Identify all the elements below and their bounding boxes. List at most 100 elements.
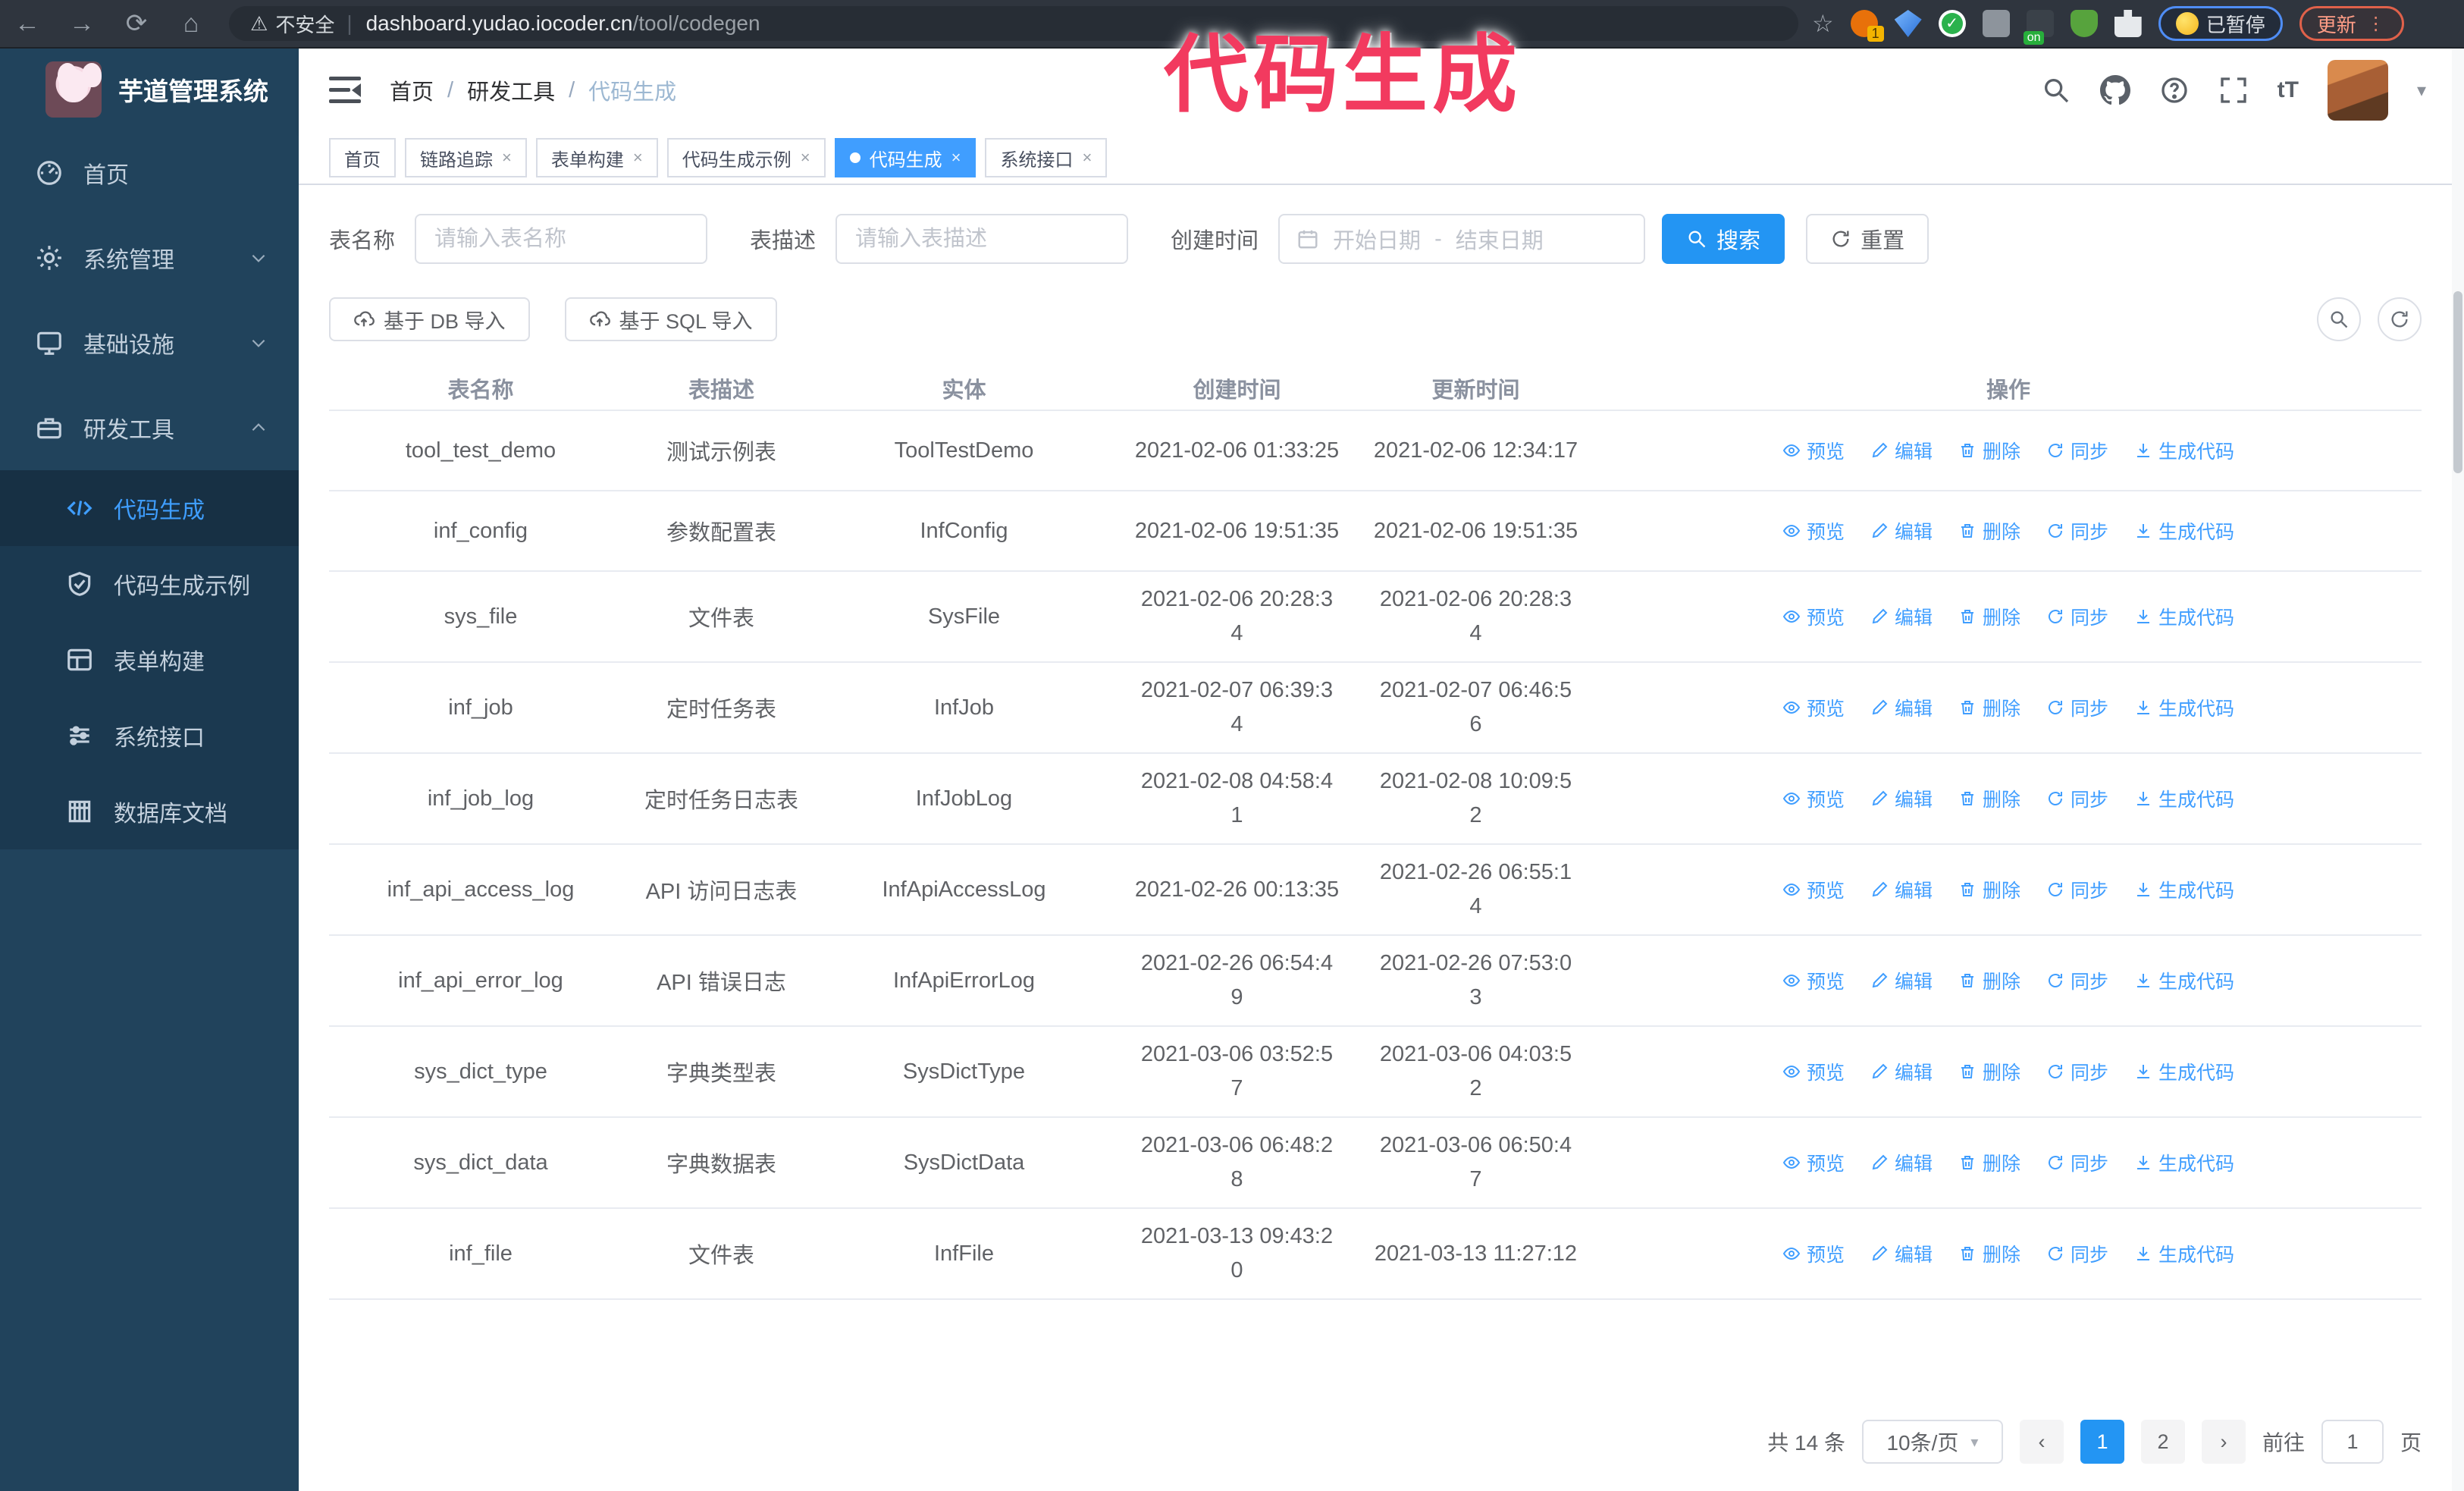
page-button-1[interactable]: 1	[2080, 1420, 2124, 1464]
edit-link[interactable]: 编辑	[1870, 603, 1933, 630]
sidebar-item-codegen[interactable]: 代码生成	[0, 470, 299, 546]
scrollbar-thumb[interactable]	[2453, 291, 2462, 473]
delete-link[interactable]: 删除	[1958, 437, 2020, 464]
delete-link[interactable]: 删除	[1958, 517, 2020, 545]
delete-link[interactable]: 删除	[1958, 785, 2020, 812]
delete-link[interactable]: 删除	[1958, 603, 2020, 630]
generate-code-link[interactable]: 生成代码	[2134, 603, 2234, 630]
edit-link[interactable]: 编辑	[1870, 437, 1933, 464]
delete-link[interactable]: 删除	[1958, 1149, 2020, 1176]
delete-link[interactable]: 删除	[1958, 967, 2020, 994]
avatar[interactable]	[2327, 60, 2388, 121]
preview-link[interactable]: 预览	[1782, 603, 1845, 630]
generate-code-link[interactable]: 生成代码	[2134, 1058, 2234, 1085]
url-bar[interactable]: ⚠ 不安全 | dashboard.yudao.iocoder.cn/tool/…	[229, 6, 1798, 41]
preview-link[interactable]: 预览	[1782, 1058, 1845, 1085]
extension-icon[interactable]	[2070, 10, 2098, 37]
home-icon[interactable]: ⌂	[164, 9, 218, 39]
sync-link[interactable]: 同步	[2046, 967, 2108, 994]
tab-tracing[interactable]: 链路追踪 ×	[405, 138, 527, 177]
close-icon[interactable]: ×	[633, 148, 643, 168]
extension-icon[interactable]	[1894, 10, 1922, 37]
user-menu-caret-icon[interactable]: ▾	[2417, 80, 2426, 102]
edit-link[interactable]: 编辑	[1870, 694, 1933, 721]
tab-form-builder[interactable]: 表单构建 ×	[535, 138, 658, 177]
reset-button[interactable]: 重置	[1806, 214, 1930, 264]
edit-link[interactable]: 编辑	[1870, 876, 1933, 903]
delete-link[interactable]: 删除	[1958, 876, 2020, 903]
preview-link[interactable]: 预览	[1782, 1149, 1845, 1176]
generate-code-link[interactable]: 生成代码	[2134, 437, 2234, 464]
app-logo[interactable]: 芋道管理系统	[0, 49, 299, 130]
edit-link[interactable]: 编辑	[1870, 785, 1933, 812]
extension-icon[interactable]	[1850, 10, 1884, 42]
preview-link[interactable]: 预览	[1782, 876, 1845, 903]
preview-link[interactable]: 预览	[1782, 694, 1845, 721]
update-button[interactable]: 更新 ⋮	[2299, 6, 2404, 41]
generate-code-link[interactable]: 生成代码	[2134, 785, 2234, 812]
refresh-table-button[interactable]	[2378, 297, 2422, 341]
extension-icon[interactable]	[1938, 10, 1966, 37]
sync-link[interactable]: 同步	[2046, 1058, 2108, 1085]
preview-link[interactable]: 预览	[1782, 517, 1845, 545]
forward-icon[interactable]: →	[55, 9, 109, 39]
bookmark-star-icon[interactable]: ☆	[1812, 9, 1834, 38]
sync-link[interactable]: 同步	[2046, 437, 2108, 464]
sync-link[interactable]: 同步	[2046, 1240, 2108, 1267]
table-name-input[interactable]	[415, 214, 708, 264]
close-icon[interactable]: ×	[951, 148, 961, 168]
preview-link[interactable]: 预览	[1782, 785, 1845, 812]
close-icon[interactable]: ×	[1082, 148, 1092, 168]
generate-code-link[interactable]: 生成代码	[2134, 1240, 2234, 1267]
close-icon[interactable]: ×	[801, 148, 810, 168]
next-page-button[interactable]: ›	[2201, 1420, 2246, 1464]
tab-codegen-demo[interactable]: 代码生成示例 ×	[666, 138, 826, 177]
tab-home[interactable]: 首页	[329, 138, 396, 177]
sync-link[interactable]: 同步	[2046, 1149, 2108, 1176]
sync-link[interactable]: 同步	[2046, 876, 2108, 903]
show-search-button[interactable]	[2317, 297, 2361, 341]
sidebar-item-codegen-demo[interactable]: 代码生成示例	[0, 546, 299, 622]
sidebar-item-db-doc[interactable]: 数据库文档	[0, 774, 299, 849]
font-size-icon[interactable]: tT	[2277, 77, 2299, 103]
sidebar-item-system[interactable]: 系统管理	[0, 215, 299, 300]
prev-page-button[interactable]: ‹	[2019, 1420, 2064, 1464]
help-icon[interactable]	[2159, 75, 2190, 105]
breadcrumb-group[interactable]: 研发工具	[467, 74, 555, 106]
paused-badge[interactable]: 已暂停	[2158, 6, 2283, 41]
generate-code-link[interactable]: 生成代码	[2134, 517, 2234, 545]
sidebar-item-infra[interactable]: 基础设施	[0, 300, 299, 385]
page-size-select[interactable]: 10条/页 ▾	[1861, 1420, 2003, 1464]
preview-link[interactable]: 预览	[1782, 437, 1845, 464]
fullscreen-icon[interactable]	[2218, 75, 2249, 105]
sidebar-item-system-api[interactable]: 系统接口	[0, 698, 299, 774]
goto-page-input[interactable]	[2321, 1420, 2384, 1464]
scrollbar[interactable]	[2452, 49, 2464, 1491]
edit-link[interactable]: 编辑	[1870, 1058, 1933, 1085]
breadcrumb-home[interactable]: 首页	[390, 74, 434, 106]
generate-code-link[interactable]: 生成代码	[2134, 876, 2234, 903]
table-desc-input[interactable]	[835, 214, 1129, 264]
sync-link[interactable]: 同步	[2046, 785, 2108, 812]
tab-codegen[interactable]: 代码生成 ×	[834, 138, 977, 177]
generate-code-link[interactable]: 生成代码	[2134, 694, 2234, 721]
sidebar-item-form-builder[interactable]: 表单构建	[0, 622, 299, 698]
search-icon[interactable]	[2041, 75, 2071, 105]
sync-link[interactable]: 同步	[2046, 603, 2108, 630]
reload-icon[interactable]: ⟳	[109, 8, 164, 39]
delete-link[interactable]: 删除	[1958, 1058, 2020, 1085]
delete-link[interactable]: 删除	[1958, 1240, 2020, 1267]
preview-link[interactable]: 预览	[1782, 1240, 1845, 1267]
close-icon[interactable]: ×	[502, 148, 512, 168]
sidebar-item-home[interactable]: 首页	[0, 130, 299, 215]
edit-link[interactable]: 编辑	[1870, 517, 1933, 545]
page-button-2[interactable]: 2	[2140, 1420, 2185, 1464]
extensions-puzzle-icon[interactable]	[2114, 10, 2142, 37]
import-db-button[interactable]: 基于 DB 导入	[329, 297, 530, 341]
generate-code-link[interactable]: 生成代码	[2134, 1149, 2234, 1176]
import-sql-button[interactable]: 基于 SQL 导入	[564, 297, 777, 341]
sidebar-item-devtools[interactable]: 研发工具	[0, 385, 299, 470]
sync-link[interactable]: 同步	[2046, 517, 2108, 545]
edit-link[interactable]: 编辑	[1870, 1149, 1933, 1176]
date-range-picker[interactable]: 开始日期 - 结束日期	[1278, 214, 1646, 264]
